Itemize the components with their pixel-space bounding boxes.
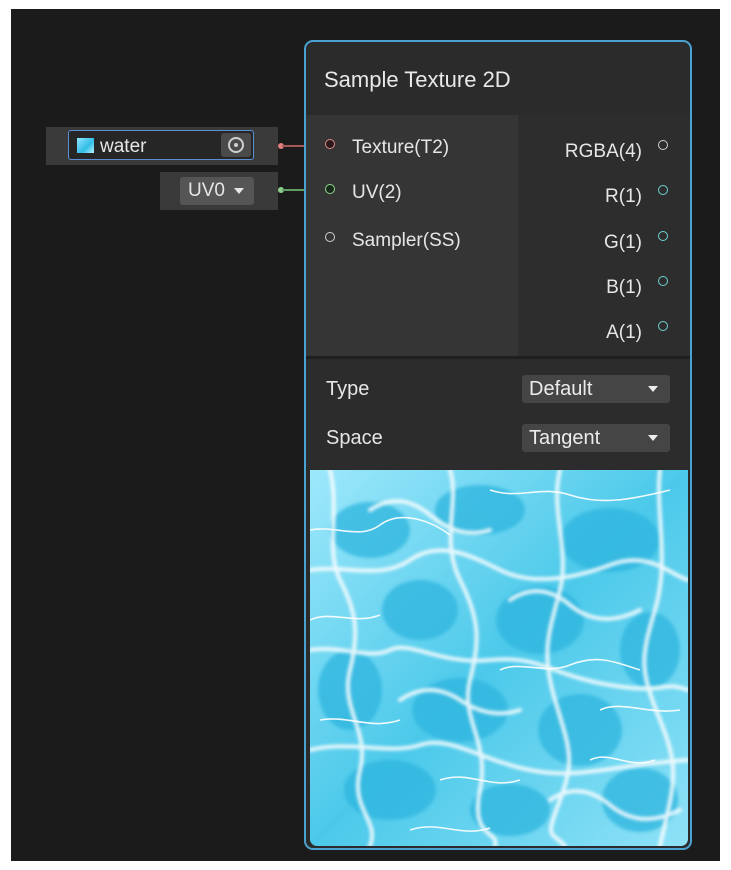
uv-channel-value: UV0: [188, 180, 225, 201]
space-dropdown[interactable]: Tangent: [522, 424, 670, 452]
texture-name: water: [100, 136, 147, 157]
node-inputs: Texture(T2) UV(2) Sampler(SS): [306, 115, 518, 358]
sample-texture-2d-node[interactable]: Sample Texture 2D Texture(T2) UV(2) Samp…: [304, 40, 692, 850]
b-output-port[interactable]: [658, 276, 668, 286]
node-properties: Type Default Space Tangent: [306, 359, 690, 469]
chevron-down-icon: [648, 386, 658, 392]
texture-thumbnail-icon: [77, 138, 94, 153]
output-label-g: G(1): [604, 232, 642, 253]
texture-object-field[interactable]: water: [68, 130, 254, 160]
chevron-down-icon: [234, 188, 244, 194]
input-label-sampler: Sampler(SS): [352, 230, 461, 251]
g-output-port[interactable]: [658, 231, 668, 241]
input-label-texture: Texture(T2): [352, 137, 450, 158]
chevron-down-icon: [648, 435, 658, 441]
node-outputs: RGBA(4) R(1) G(1) B(1) A(1): [518, 115, 690, 358]
output-label-b: B(1): [606, 277, 642, 298]
a-output-port[interactable]: [658, 321, 668, 331]
water-caustics-image: [310, 470, 688, 846]
space-label: Space: [326, 427, 383, 449]
type-dropdown[interactable]: Default: [522, 375, 670, 403]
object-picker-button[interactable]: [221, 133, 251, 157]
uv-input-port[interactable]: [325, 184, 335, 194]
texture-preview: [310, 470, 688, 846]
rgba-output-port[interactable]: [658, 140, 668, 150]
output-label-r: R(1): [605, 186, 642, 207]
texture-input-port[interactable]: [325, 139, 335, 149]
output-label-rgba: RGBA(4): [564, 141, 642, 162]
input-label-uv: UV(2): [352, 182, 402, 203]
type-value: Default: [529, 378, 593, 400]
space-value: Tangent: [529, 427, 601, 449]
type-label: Type: [326, 378, 370, 400]
node-title: Sample Texture 2D: [324, 67, 511, 92]
sampler-input-port[interactable]: [325, 232, 335, 242]
uv-channel-dropdown[interactable]: UV0: [180, 177, 254, 205]
r-output-port[interactable]: [658, 185, 668, 195]
output-label-a: A(1): [606, 322, 642, 343]
